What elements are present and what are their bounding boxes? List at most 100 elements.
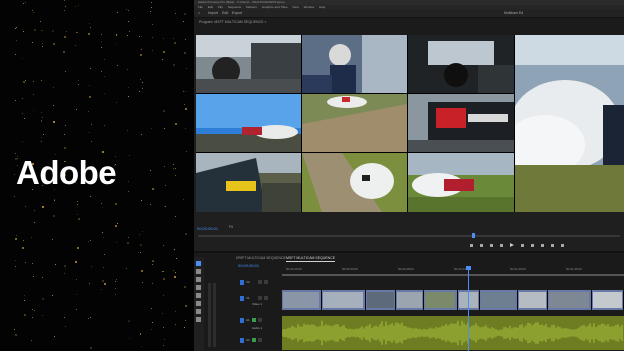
step-forward-icon[interactable] <box>521 243 524 247</box>
sparkle <box>141 346 142 347</box>
sparkle <box>43 134 44 135</box>
timeline-playhead[interactable] <box>468 266 469 351</box>
lock-icon[interactable] <box>258 280 262 284</box>
timeline-video-clip[interactable] <box>424 290 458 310</box>
sparkle <box>32 309 33 310</box>
mark-in-icon[interactable] <box>470 243 473 247</box>
home-icon[interactable]: ⌂ <box>198 9 200 18</box>
clip-thumbnail <box>519 292 546 308</box>
sparkle <box>102 207 103 208</box>
timeline-tracks[interactable] <box>282 278 624 351</box>
program-timecode[interactable]: 00;00;05;01 <box>197 226 218 231</box>
sparkle <box>24 295 25 296</box>
timeline-video-clip[interactable] <box>480 290 518 310</box>
export-frame-icon[interactable] <box>561 243 564 247</box>
sparkle <box>14 329 15 330</box>
sparkle <box>88 33 90 35</box>
track-target-a1[interactable] <box>240 318 244 323</box>
program-monitor-title[interactable]: Program: MSFT MULTICAM SEQUENCE ≡ <box>199 20 266 24</box>
sparkle <box>22 58 23 59</box>
sparkle <box>89 283 90 284</box>
timeline-video-clip[interactable] <box>282 290 322 310</box>
mute-icon[interactable] <box>252 338 256 342</box>
camera-angle-7[interactable] <box>196 153 301 212</box>
play-icon[interactable] <box>510 243 514 247</box>
sparkle <box>25 80 26 81</box>
track-target-v2[interactable] <box>240 280 244 285</box>
track-header-a1: A1 Audio 1 <box>238 316 282 334</box>
sparkle <box>117 223 118 224</box>
tab-edit[interactable]: Edit <box>222 9 228 18</box>
sparkle <box>23 240 24 241</box>
sparkle <box>129 155 130 156</box>
timeline-playhead-handle[interactable] <box>466 266 471 270</box>
timeline-video-clip[interactable] <box>458 290 480 310</box>
overwrite-icon[interactable] <box>551 243 554 247</box>
mute-icon[interactable] <box>252 318 256 322</box>
mark-out-icon[interactable] <box>480 243 483 247</box>
tab-msft-multicam-sequence[interactable]: MSFT MULTICAM SEQUENCE <box>286 255 336 262</box>
program-time-ruler[interactable] <box>198 235 620 237</box>
timeline-video-clip[interactable] <box>396 290 424 310</box>
sparkle <box>185 108 187 110</box>
slip-tool-icon[interactable] <box>196 293 201 298</box>
camera-angle-1[interactable] <box>196 35 301 93</box>
timeline-video-clip[interactable] <box>518 290 548 310</box>
lock-icon[interactable] <box>258 296 262 300</box>
sparkle <box>52 295 53 296</box>
sparkle <box>129 320 130 321</box>
solo-icon[interactable] <box>258 318 262 322</box>
tab-drift-multicam-sequence[interactable]: DRIFT MULTICAM SEQUENCE <box>236 255 286 261</box>
eye-icon[interactable] <box>264 296 268 300</box>
zoom-fit-dropdown[interactable]: Fit <box>229 225 233 229</box>
track-target-a2[interactable] <box>240 338 244 343</box>
camera-angle-5[interactable] <box>302 94 407 152</box>
ruler-label: 00;00;48;00 <box>398 267 414 271</box>
ruler-label: 00;01;20;02 <box>510 267 526 271</box>
workspace-label[interactable]: Multicam Ed <box>504 9 523 18</box>
insert-icon[interactable] <box>541 243 544 247</box>
tab-export[interactable]: Export <box>232 9 242 18</box>
go-to-in-icon[interactable] <box>490 243 493 247</box>
timeline-ruler[interactable]: 00;00;16;00 00;00;32;00 00;00;48;00 00;0… <box>282 267 624 274</box>
track-target-v1[interactable] <box>240 296 244 301</box>
timeline-video-clip[interactable] <box>548 290 592 310</box>
go-to-out-icon[interactable] <box>531 243 534 247</box>
program-monitor-view[interactable] <box>196 35 624 212</box>
sparkle <box>53 121 55 123</box>
camera-angle-8[interactable] <box>302 153 407 212</box>
ripple-edit-tool-icon[interactable] <box>196 277 201 282</box>
timeline-video-clip[interactable] <box>592 290 624 310</box>
track-select-tool-icon[interactable] <box>196 269 201 274</box>
sparkle <box>101 47 102 48</box>
razor-tool-icon[interactable] <box>196 285 201 290</box>
video-track-v1[interactable] <box>282 290 624 310</box>
sparkle <box>104 59 105 60</box>
sparkle <box>41 137 42 138</box>
hand-tool-icon[interactable] <box>196 309 201 314</box>
timeline-video-clip[interactable] <box>322 290 366 310</box>
camera-angle-4[interactable] <box>196 94 301 152</box>
camera-angle-main[interactable] <box>515 35 624 212</box>
timeline-video-clip[interactable] <box>366 290 396 310</box>
sparkle <box>141 200 142 201</box>
audio-track-a1[interactable] <box>282 316 624 350</box>
solo-icon[interactable] <box>258 338 262 342</box>
step-back-icon[interactable] <box>500 243 503 247</box>
camera-angle-2[interactable] <box>302 35 407 93</box>
sparkle <box>42 206 44 208</box>
tab-import[interactable]: Import <box>208 9 218 18</box>
sequence-timecode[interactable]: 00;00;05;01 <box>238 263 259 268</box>
program-playhead[interactable] <box>472 233 475 238</box>
eye-icon[interactable] <box>264 280 268 284</box>
camera-angle-9[interactable] <box>408 153 514 212</box>
selection-tool-icon[interactable] <box>196 261 201 266</box>
sparkle <box>89 96 91 98</box>
pen-tool-icon[interactable] <box>196 301 201 306</box>
sparkle <box>163 295 164 296</box>
work-area-bar[interactable] <box>282 274 624 276</box>
camera-angle-3[interactable] <box>408 35 514 93</box>
type-tool-icon[interactable] <box>196 317 201 322</box>
camera-angle-6[interactable] <box>408 94 514 152</box>
track-name: Audio 1 <box>252 326 263 330</box>
